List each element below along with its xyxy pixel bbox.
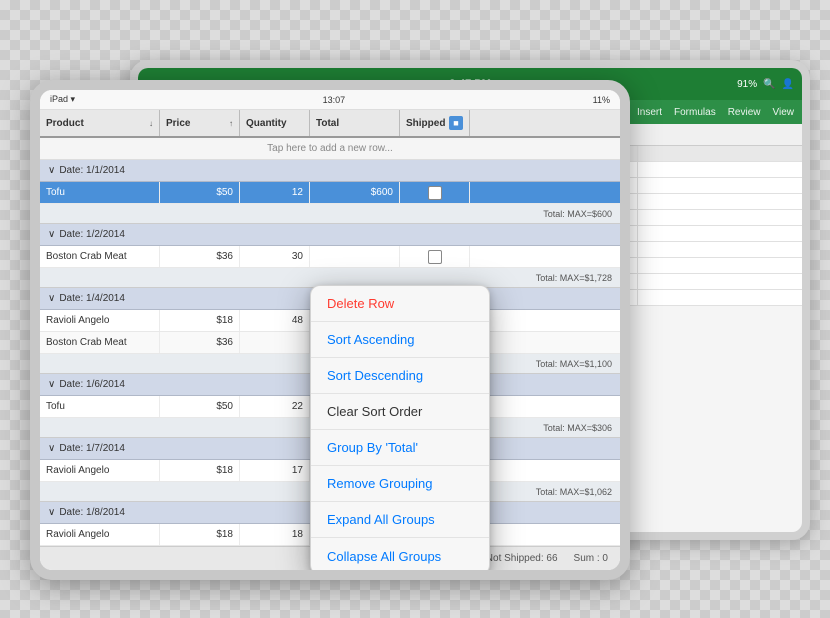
col-header-qty[interactable]: Quantity: [240, 110, 310, 136]
cell-product-ravioli1: Ravioli Angelo: [40, 310, 160, 331]
shipped-check-tofu[interactable]: [428, 186, 442, 200]
cell-price-tofu2: $50: [160, 396, 240, 417]
group-label-6: Date: 1/8/2014: [59, 507, 125, 518]
nav-formulas[interactable]: Formulas: [674, 107, 716, 118]
cell-product-tofu: Tofu: [40, 182, 160, 203]
menu-expand-groups[interactable]: Expand All Groups: [311, 502, 489, 538]
context-menu: Delete Row Sort Ascending Sort Descendin…: [310, 285, 490, 570]
nav-view[interactable]: View: [773, 107, 795, 118]
main-ipad: iPad ▾ 13:07 11% Product ↓ Price ↑ Quant…: [30, 80, 630, 580]
ipad-statusbar: iPad ▾ 13:07 11%: [40, 90, 620, 110]
cell-price-ravioli2: $18: [160, 460, 240, 481]
group-label-1: Date: 1/1/2014: [59, 165, 125, 176]
cell-total-tofu: $600: [310, 182, 400, 203]
cell-shipped-boston1[interactable]: [400, 246, 470, 267]
group-label-5: Date: 1/7/2014: [59, 443, 125, 454]
cell-price-tofu: $50: [160, 182, 240, 203]
cell-price-ravioli3: $18: [160, 524, 240, 545]
cell-price-ravioli1: $18: [160, 310, 240, 331]
nav-review[interactable]: Review: [728, 107, 761, 118]
col-price-label: Price: [166, 118, 190, 129]
shipped-header-checkbox[interactable]: ■: [449, 116, 463, 130]
menu-sort-asc-label: Sort Ascending: [327, 332, 414, 347]
summary-text-1: Total: MAX=$600: [543, 209, 612, 219]
menu-remove-grouping[interactable]: Remove Grouping: [311, 466, 489, 502]
cell-qty-boston2: [240, 332, 310, 353]
menu-delete-label: Delete Row: [327, 296, 394, 311]
col-shipped-label: Shipped: [406, 118, 445, 129]
cell-product-ravioli2: Ravioli Angelo: [40, 460, 160, 481]
cell-product-boston1: Boston Crab Meat: [40, 246, 160, 267]
menu-clear-sort[interactable]: Clear Sort Order: [311, 394, 489, 430]
cell-product-tofu2: Tofu: [40, 396, 160, 417]
ipad-model: iPad ▾: [50, 94, 75, 105]
ipad-side-button[interactable]: [626, 210, 630, 250]
menu-expand-groups-label: Expand All Groups: [327, 512, 435, 527]
menu-sort-asc[interactable]: Sort Ascending: [311, 322, 489, 358]
bg-battery: 91%: [737, 79, 757, 90]
col-header-product[interactable]: Product ↓: [40, 110, 160, 136]
bg-search-icon: 🔍: [763, 79, 775, 90]
cell-product-boston2: Boston Crab Meat: [40, 332, 160, 353]
grid-header: Product ↓ Price ↑ Quantity Total Shipped…: [40, 110, 620, 138]
bg-right-icons: 91% 🔍 👤: [737, 79, 794, 90]
cell-shipped-tofu[interactable]: [400, 182, 470, 203]
group-row-date-1-2[interactable]: ∨ Date: 1/2/2014: [40, 224, 620, 246]
menu-delete-row[interactable]: Delete Row: [311, 286, 489, 322]
col-qty-label: Quantity: [246, 118, 287, 129]
cell-qty-ravioli3: 18: [240, 524, 310, 545]
group-arrow-1: ∨: [48, 165, 55, 176]
group-arrow-2: ∨: [48, 229, 55, 240]
cell-qty-tofu: 12: [240, 182, 310, 203]
cell-price-boston2: $36: [160, 332, 240, 353]
data-row-boston1[interactable]: Boston Crab Meat $36 30: [40, 246, 620, 268]
group-label-3: Date: 1/4/2014: [59, 293, 125, 304]
group-label-4: Date: 1/6/2014: [59, 379, 125, 390]
summary-text-4: Total: MAX=$306: [543, 423, 612, 433]
menu-clear-sort-label: Clear Sort Order: [327, 404, 422, 419]
menu-group-by-label: Group By 'Total': [327, 440, 418, 455]
col-product-sort: ↓: [149, 119, 153, 128]
group-arrow-3: ∨: [48, 293, 55, 304]
ipad-screen: iPad ▾ 13:07 11% Product ↓ Price ↑ Quant…: [40, 90, 620, 570]
cell-product-ravioli3: Ravioli Angelo: [40, 524, 160, 545]
cell-price-boston1: $36: [160, 246, 240, 267]
summary-group-1: Total: MAX=$600: [40, 204, 620, 224]
cell-qty-ravioli1: 48: [240, 310, 310, 331]
col-header-total[interactable]: Total: [310, 110, 400, 136]
bg-user-icon: 👤: [782, 79, 794, 90]
group-arrow-6: ∨: [48, 507, 55, 518]
nav-insert[interactable]: Insert: [637, 107, 662, 118]
summary-text-5: Total: MAX=$1,062: [536, 487, 612, 497]
menu-collapse-groups-label: Collapse All Groups: [327, 549, 441, 564]
group-arrow-5: ∨: [48, 443, 55, 454]
menu-group-by[interactable]: Group By 'Total': [311, 430, 489, 466]
menu-collapse-groups[interactable]: Collapse All Groups: [311, 538, 489, 570]
ipad-time: 13:07: [323, 95, 346, 105]
col-header-price[interactable]: Price ↑: [160, 110, 240, 136]
cell-qty-boston1: 30: [240, 246, 310, 267]
col-price-sort: ↑: [229, 119, 233, 128]
menu-sort-desc[interactable]: Sort Descending: [311, 358, 489, 394]
tap-to-add-label: Tap here to add a new row...: [267, 143, 393, 154]
col-header-shipped[interactable]: Shipped ■: [400, 110, 470, 136]
sum-value: Sum : 0: [574, 553, 608, 564]
col-total-label: Total: [316, 118, 339, 129]
group-row-date-1-1[interactable]: ∨ Date: 1/1/2014: [40, 160, 620, 182]
ipad-battery: 11%: [593, 95, 610, 105]
menu-sort-desc-label: Sort Descending: [327, 368, 423, 383]
cell-total-boston1: [310, 246, 400, 267]
cell-qty-tofu2: 22: [240, 396, 310, 417]
data-row-tofu[interactable]: Tofu $50 12 $600: [40, 182, 620, 204]
col-product-label: Product: [46, 118, 84, 129]
group-label-2: Date: 1/2/2014: [59, 229, 125, 240]
shipped-check-boston1[interactable]: [428, 250, 442, 264]
menu-remove-grouping-label: Remove Grouping: [327, 476, 433, 491]
summary-text-3: Total: MAX=$1,100: [536, 359, 612, 369]
group-arrow-4: ∨: [48, 379, 55, 390]
summary-text-2: Total: MAX=$1,728: [536, 273, 612, 283]
tap-to-add-row[interactable]: Tap here to add a new row...: [40, 138, 620, 160]
cell-qty-ravioli2: 17: [240, 460, 310, 481]
